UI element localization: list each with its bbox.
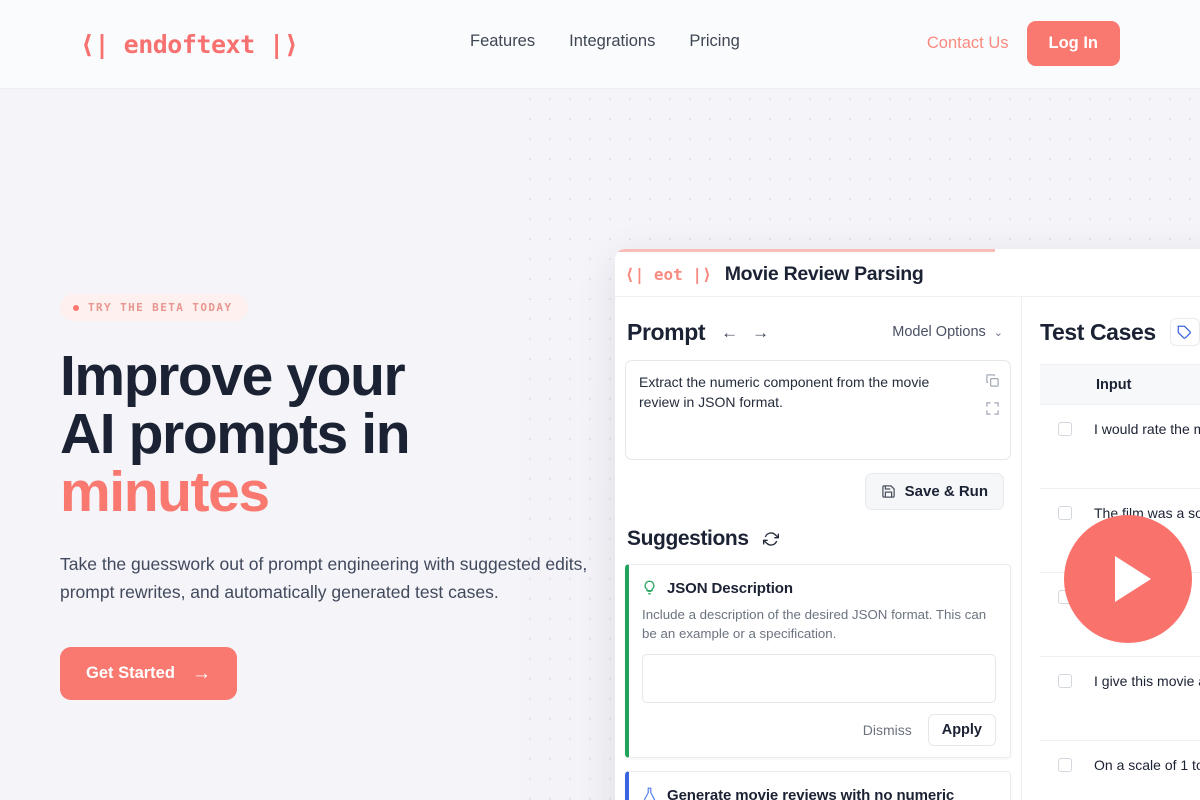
suggestion-title: Generate movie reviews with no numeric c…: [667, 787, 955, 800]
suggestion-input[interactable]: [642, 654, 996, 703]
history-arrows: ← →: [721, 324, 769, 341]
suggestion-title: JSON Description: [667, 580, 793, 597]
beta-badge[interactable]: TRY THE BETA TODAY: [60, 294, 249, 321]
suggestion-card-header: JSON Description: [642, 578, 996, 600]
suggestion-actions: Dismiss Apply: [642, 714, 996, 746]
test-cases-header: Test Cases: [1040, 315, 1200, 349]
tag-icon[interactable]: [1169, 318, 1200, 346]
table-column-header: Input: [1040, 365, 1200, 405]
app-project-title: Movie Review Parsing: [724, 262, 924, 285]
row-checkbox[interactable]: [1058, 758, 1072, 772]
arrow-right-icon: →: [191, 663, 211, 684]
suggestion-description: Include a description of the desired JSO…: [642, 607, 987, 641]
beta-badge-label: TRY THE BETA TODAY: [88, 301, 233, 314]
app-titlebar: ⟨| eot |⟩ Movie Review Parsing: [615, 252, 1200, 297]
suggestion-card-header: Generate movie reviews with no numeric c…: [642, 785, 996, 800]
save-and-run-label: Save & Run: [904, 483, 988, 500]
table-row[interactable]: On a scale of 1 to 5: [1040, 741, 1200, 800]
copy-icon[interactable]: [985, 373, 1000, 388]
login-button[interactable]: Log In: [1026, 21, 1120, 66]
suggestion-card: Generate movie reviews with no numeric c…: [625, 771, 1011, 800]
undo-arrow-icon[interactable]: ←: [721, 324, 738, 341]
row-checkbox[interactable]: [1058, 674, 1072, 688]
get-started-label: Get Started: [86, 664, 175, 682]
model-options-label: Model Options: [892, 324, 986, 340]
get-started-button[interactable]: Get Started →: [60, 647, 237, 700]
lightbulb-icon: [642, 579, 657, 596]
model-options-dropdown[interactable]: Model Options ⌄: [892, 324, 1009, 340]
refresh-icon[interactable]: [762, 531, 779, 547]
row-input-text: On a scale of 1 to 5: [1094, 757, 1200, 773]
brand-logo[interactable]: ⟨| endoftext |⟩: [80, 32, 299, 57]
flask-icon: [642, 786, 657, 800]
headline-accent: minutes: [60, 460, 270, 524]
nav-item-integrations[interactable]: Integrations: [569, 32, 655, 51]
chevron-down-icon: ⌄: [993, 326, 1003, 339]
main-nav: Features Integrations Pricing: [470, 32, 740, 51]
apply-button[interactable]: Apply: [927, 714, 996, 746]
row-input-text: I would rate the mo: [1094, 421, 1200, 437]
hero-section: TRY THE BETA TODAY Improve your AI promp…: [0, 89, 1200, 800]
row-input-text: I give this movie a 5: [1094, 673, 1200, 689]
save-icon: [881, 485, 895, 498]
save-run-row: Save & Run: [625, 473, 1011, 510]
headline-line-1: Improve your: [60, 344, 406, 408]
prompt-textarea[interactable]: Extract the numeric component from the m…: [625, 360, 1011, 460]
dot-icon: [73, 304, 79, 311]
play-video-button[interactable]: [1064, 515, 1192, 643]
prompt-pane: Prompt ← → Model Options ⌄ Extract the n…: [615, 297, 1022, 800]
nav-item-features[interactable]: Features: [470, 32, 535, 51]
hero-subcopy: Take the guesswork out of prompt enginee…: [60, 554, 588, 602]
site-header: ⟨| endoftext |⟩ Features Integrations Pr…: [0, 0, 1200, 89]
row-checkbox[interactable]: [1058, 422, 1072, 436]
save-and-run-button[interactable]: Save & Run: [864, 473, 1004, 510]
nav-item-pricing[interactable]: Pricing: [689, 32, 739, 51]
page-title: Improve your AI prompts in minutes: [60, 347, 620, 521]
suggestions-heading: Suggestions: [627, 527, 749, 550]
dismiss-button[interactable]: Dismiss: [853, 715, 922, 745]
header-actions: Contact Us Log In: [927, 21, 1120, 66]
column-header-input: Input: [1096, 376, 1132, 393]
headline-line-2: AI prompts in: [60, 402, 411, 466]
row-checkbox[interactable]: [1058, 506, 1072, 520]
table-row[interactable]: I would rate the mo: [1040, 405, 1200, 489]
app-logo[interactable]: ⟨| eot |⟩: [625, 265, 712, 284]
hero-copy: TRY THE BETA TODAY Improve your AI promp…: [60, 294, 620, 700]
table-row[interactable]: I give this movie a 5: [1040, 657, 1200, 741]
prompt-heading: Prompt: [627, 318, 706, 345]
prompt-text: Extract the numeric component from the m…: [639, 374, 930, 410]
prompt-pane-header: Prompt ← → Model Options ⌄: [625, 315, 1011, 349]
play-icon: [1115, 556, 1151, 602]
test-cases-heading: Test Cases: [1040, 318, 1156, 345]
contact-us-link[interactable]: Contact Us: [927, 34, 1009, 53]
expand-icon[interactable]: [985, 401, 1000, 416]
suggestions-header: Suggestions: [625, 527, 1011, 551]
redo-arrow-icon[interactable]: →: [752, 324, 769, 341]
suggestion-card: JSON Description Include a description o…: [625, 564, 1011, 758]
